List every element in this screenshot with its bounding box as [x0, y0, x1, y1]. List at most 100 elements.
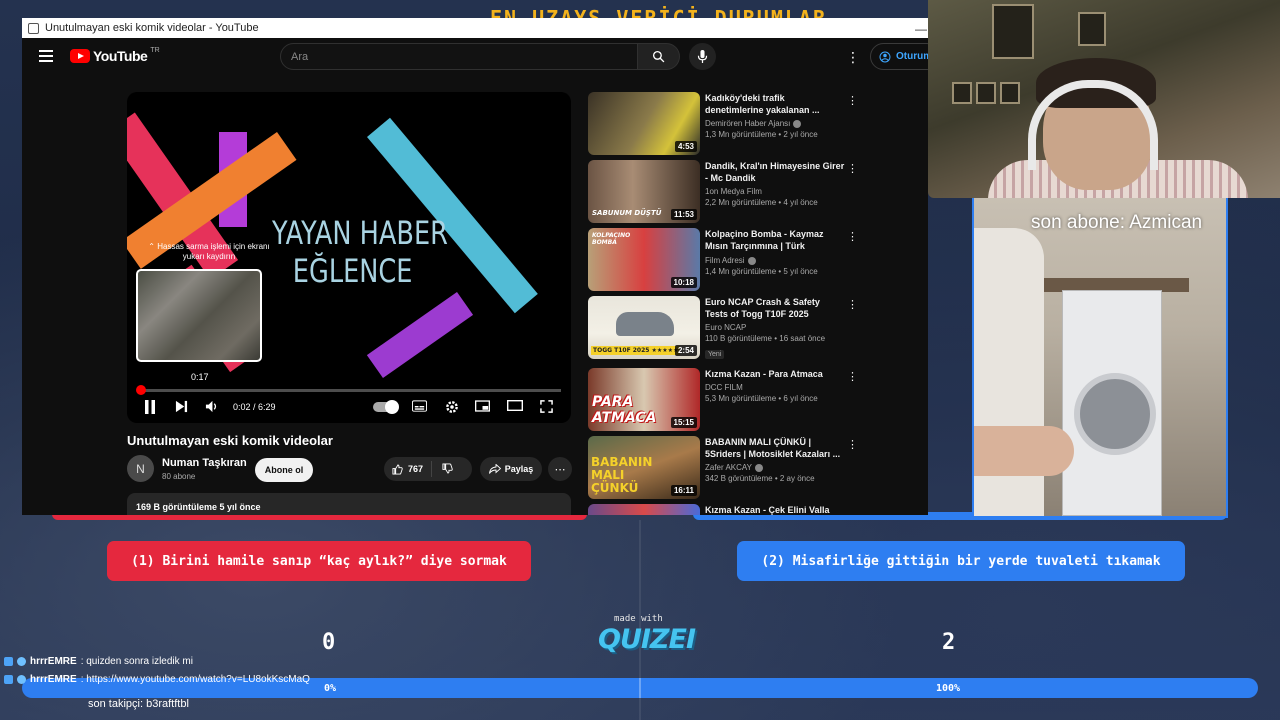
- recommendation-item[interactable]: PARA ATMACA 15:15 Kızma Kazan - Para Atm…: [588, 368, 858, 432]
- rec-thumbnail[interactable]: BABANIN MALI ÇÜNKÜ 16:11: [588, 436, 700, 499]
- rec-duration: 4:53: [674, 141, 697, 152]
- made-with-label: made with: [614, 614, 663, 624]
- rec-channel: DCC FILM: [705, 383, 743, 393]
- fullscreen-button[interactable]: [540, 400, 553, 413]
- rec-thumbnail[interactable]: KOLPAÇINO BOMBA 10:18: [588, 228, 700, 291]
- wall-frame: [976, 82, 996, 104]
- more-actions-button[interactable]: ⋯: [548, 457, 572, 481]
- miniplayer-button[interactable]: [475, 400, 490, 412]
- search-field[interactable]: [280, 43, 638, 70]
- video-title: Unutulmayan eski komik videolar: [127, 433, 333, 448]
- pause-icon: [145, 400, 155, 414]
- rec-thumbnail[interactable]: 4:53: [588, 92, 700, 155]
- chat-text: : quizden sonra izledik mi: [80, 656, 193, 667]
- rec-title[interactable]: BABANIN MALI ÇÜNKÜ | 5Sriders | Motosikl…: [705, 436, 845, 460]
- rec-title[interactable]: Kadıköy'deki trafik denetimlerine yakala…: [705, 92, 845, 116]
- rec-channel: Euro NCAP: [705, 323, 747, 333]
- recommendation-item[interactable]: SABUNUM DÜŞTÜ 11:53 Dandik, Kral'ın Hima…: [588, 160, 858, 224]
- rec-meta: 110 B görüntüleme • 16 saat önce: [705, 334, 826, 344]
- channel-avatar[interactable]: N: [127, 455, 154, 482]
- more-options-icon[interactable]: ⋮: [846, 49, 860, 66]
- subscribe-button[interactable]: Abone ol: [255, 458, 313, 482]
- washer-drum: [1074, 373, 1156, 455]
- rec-menu-icon[interactable]: ⋮: [847, 94, 858, 107]
- rec-menu-icon[interactable]: ⋮: [847, 438, 858, 451]
- rec-menu-icon[interactable]: ⋮: [847, 298, 858, 311]
- intro-stripe: [366, 292, 474, 379]
- volume-icon: [205, 400, 217, 413]
- recommendation-item[interactable]: BABANIN MALI ÇÜNKÜ 16:11 BABANIN MALI ÇÜ…: [588, 436, 858, 500]
- dislike-button[interactable]: [432, 462, 463, 476]
- volume-button[interactable]: [205, 400, 218, 413]
- subtitles-button[interactable]: [412, 400, 427, 412]
- rec-title[interactable]: Kolpaçino Bomba - Kaymaz Mısın Tarçınmın…: [705, 228, 845, 253]
- youtube-play-icon: [70, 49, 90, 63]
- scrubber-handle[interactable]: [136, 385, 147, 395]
- rec-menu-icon[interactable]: ⋮: [847, 230, 858, 243]
- like-button[interactable]: 767: [384, 461, 433, 477]
- rec-channel: Zafer AKCAY: [705, 463, 845, 472]
- search-input[interactable]: [291, 50, 637, 63]
- theater-mode-button[interactable]: [507, 400, 523, 411]
- account-icon: [879, 51, 891, 62]
- subscriber-count: 80 abone: [162, 472, 196, 481]
- region-code: TR: [150, 46, 160, 54]
- like-dislike-group: 767: [384, 457, 472, 481]
- share-label: Paylaş: [504, 464, 534, 474]
- youtube-logo[interactable]: YouTube TR: [70, 46, 160, 64]
- verified-icon: [793, 119, 802, 128]
- rec-duration: 15:15: [670, 417, 697, 428]
- rec-thumbnail[interactable]: TOGG T10F 2025 ★★★★★ 2:54: [588, 296, 700, 359]
- search-button[interactable]: [638, 43, 680, 70]
- rec-meta: 1,4 Mn görüntüleme • 5 yıl önce: [705, 267, 818, 276]
- rec-title[interactable]: Euro NCAP Crash & Safety Tests of Togg T…: [705, 296, 845, 320]
- hamburger-menu-icon[interactable]: [39, 50, 53, 62]
- voice-search-button[interactable]: [689, 43, 716, 70]
- pct-right: 100%: [936, 683, 961, 694]
- thumb-caption: BABANIN MALI ÇÜNKÜ: [591, 455, 653, 496]
- video-player[interactable]: YAYAN HABER EĞLENCE ⌃ Hassas sarma işlem…: [127, 92, 571, 423]
- recommendation-item[interactable]: TOGG T10F 2025 ★★★★★ 2:54 Euro NCAP Cras…: [588, 296, 858, 360]
- share-button[interactable]: Paylaş: [480, 457, 542, 481]
- channel-name[interactable]: Numan Taşkıran: [162, 457, 247, 469]
- settings-button[interactable]: [445, 400, 459, 414]
- subtitles-icon: [412, 400, 427, 412]
- rec-title[interactable]: Dandik, Kral'ın Himayesine Girer - Mc Da…: [705, 160, 845, 184]
- minimize-button[interactable]: —: [915, 22, 927, 36]
- rec-menu-icon[interactable]: ⋮: [847, 162, 858, 175]
- score-right: 2: [942, 630, 956, 655]
- verified-icon: [754, 463, 763, 472]
- rec-thumbnail[interactable]: [588, 504, 700, 515]
- rec-channel-name: Demirören Haber Ajansı: [705, 119, 791, 129]
- rec-meta: 5,3 Mn görüntüleme • 6 yıl önce: [705, 394, 818, 404]
- rec-title[interactable]: Kızma Kazan - Para Atmaca: [705, 368, 845, 380]
- frame-title-line1: YAYAN HABER: [272, 214, 448, 252]
- next-button[interactable]: [175, 400, 188, 413]
- youtube-wordmark: YouTube: [93, 48, 148, 64]
- progress-bar[interactable]: [136, 385, 561, 395]
- signin-button[interactable]: Oturum: [870, 43, 928, 70]
- rec-duration: 10:18: [670, 277, 697, 288]
- recommendation-item[interactable]: KOLPAÇINO BOMBA 10:18 Kolpaçino Bomba - …: [588, 228, 858, 292]
- description-box[interactable]: 169 B görüntüleme 5 yıl önce: [127, 493, 571, 515]
- thumbs-down-icon: [442, 462, 453, 474]
- rec-thumbnail[interactable]: SABUNUM DÜŞTÜ 11:53: [588, 160, 700, 223]
- search-icon: [652, 50, 665, 63]
- answer-left: (1) Birini hamile sanıp “kaç aylık?” diy…: [107, 541, 531, 581]
- recommendation-item[interactable]: 4:53 Kadıköy'deki trafik denetimlerine y…: [588, 92, 858, 156]
- youtube-header: YouTube TR ⋮ Oturum: [22, 38, 928, 76]
- rec-menu-icon[interactable]: ⋮: [847, 370, 858, 383]
- autoplay-toggle[interactable]: [373, 400, 399, 414]
- answer-right: (2) Misafirliğe gittiğin bir yerde tuval…: [737, 541, 1185, 581]
- car-shape: [616, 312, 674, 336]
- verified-icon: [747, 256, 756, 265]
- chat-badge-icon: [4, 675, 13, 684]
- rec-title[interactable]: Kızma Kazan - Çek Elini Valla: [705, 504, 845, 515]
- chat-badge-icon: [17, 657, 26, 666]
- seek-hint: ⌃ Hassas sarma işlemi için ekranı yukarı…: [148, 242, 270, 261]
- rec-meta: 2,2 Mn görüntüleme • 4 yıl önce: [705, 198, 818, 208]
- pause-button[interactable]: [144, 400, 156, 414]
- thumb-caption: KOLPAÇINO BOMBA: [592, 232, 631, 246]
- rec-thumbnail[interactable]: PARA ATMACA 15:15: [588, 368, 700, 431]
- recommendation-item[interactable]: Kızma Kazan - Çek Elini Valla: [588, 504, 858, 515]
